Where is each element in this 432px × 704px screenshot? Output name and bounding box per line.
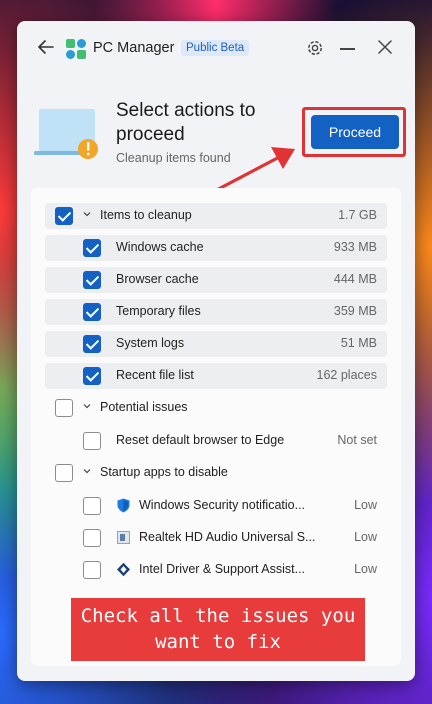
section-label: Potential issues	[100, 400, 188, 414]
list-item[interactable]: Windows cache 933 MB	[45, 235, 387, 261]
public-beta-badge: Public Beta	[181, 40, 250, 56]
item-checkbox[interactable]	[83, 271, 101, 289]
back-arrow-icon[interactable]	[35, 37, 57, 59]
list-item[interactable]: Realtek HD Audio Universal S... Low	[45, 525, 387, 551]
section-checkbox[interactable]	[55, 399, 73, 417]
list-item[interactable]: Browser cache 444 MB	[45, 267, 387, 293]
section-checkbox[interactable]	[55, 464, 73, 482]
item-value: Low	[354, 530, 377, 544]
minimize-icon[interactable]	[340, 48, 355, 50]
section-label: Items to cleanup	[100, 208, 192, 222]
item-value: 162 places	[316, 368, 377, 382]
item-checkbox[interactable]	[83, 239, 101, 257]
list-item[interactable]: Windows Security notificatio... Low	[45, 493, 387, 519]
item-checkbox[interactable]	[83, 497, 101, 515]
item-value: Not set	[337, 433, 377, 447]
callout-line-2: want to fix	[155, 631, 281, 653]
item-label: Windows Security notificatio...	[139, 498, 306, 512]
section-label: Startup apps to disable	[100, 465, 228, 479]
section-value: 1.7 GB	[338, 208, 377, 222]
item-checkbox[interactable]	[83, 561, 101, 579]
list-item[interactable]: System logs 51 MB	[45, 331, 387, 357]
windows-security-shield-icon	[117, 498, 130, 513]
app-title: PC Manager	[93, 40, 175, 56]
item-checkbox[interactable]	[83, 367, 101, 385]
item-value: 359 MB	[333, 304, 377, 318]
chevron-down-icon[interactable]	[83, 210, 91, 218]
item-value: Low	[354, 498, 377, 512]
title-bar: PC Manager Public Beta	[17, 21, 415, 77]
list-item[interactable]: Intel Driver & Support Assist... Low	[45, 557, 387, 583]
chevron-down-icon[interactable]	[83, 402, 91, 410]
item-label: System logs	[116, 336, 185, 350]
item-checkbox[interactable]	[83, 303, 101, 321]
item-checkbox[interactable]	[83, 335, 101, 353]
list-item[interactable]: Temporary files 359 MB	[45, 299, 387, 325]
section-startup-apps[interactable]: Startup apps to disable	[45, 460, 387, 486]
realtek-audio-icon	[117, 531, 130, 544]
intel-driver-icon	[117, 562, 130, 577]
item-label: Intel Driver & Support Assist...	[139, 562, 306, 576]
item-checkbox[interactable]	[83, 529, 101, 547]
cleanup-list: Items to cleanup 1.7 GB Windows cache 93…	[31, 188, 401, 666]
item-value: Low	[354, 562, 377, 576]
callout-line-1: Check all the issues you	[80, 605, 356, 627]
list-item[interactable]: Recent file list 162 places	[45, 363, 387, 389]
item-label: Temporary files	[116, 304, 201, 318]
item-label: Windows cache	[116, 240, 204, 254]
item-label: Browser cache	[116, 272, 199, 286]
item-label: Reset default browser to Edge	[116, 433, 285, 447]
chevron-down-icon[interactable]	[83, 467, 91, 475]
gear-icon[interactable]	[305, 38, 325, 58]
item-value: 444 MB	[333, 272, 377, 286]
section-items-to-cleanup[interactable]: Items to cleanup 1.7 GB	[45, 203, 387, 229]
pc-manager-window: PC Manager Public Beta Select actions to…	[17, 21, 415, 681]
item-label: Recent file list	[116, 368, 194, 382]
item-label: Realtek HD Audio Universal S...	[139, 530, 316, 544]
item-value: 51 MB	[340, 336, 377, 350]
close-icon[interactable]	[375, 37, 395, 57]
item-value: 933 MB	[333, 240, 377, 254]
list-item[interactable]: Reset default browser to Edge Not set	[45, 428, 387, 454]
section-potential-issues[interactable]: Potential issues	[45, 395, 387, 421]
annotation-callout: Check all the issues you want to fix	[71, 598, 365, 661]
laptop-warning-icon	[34, 107, 100, 161]
item-checkbox[interactable]	[83, 432, 101, 450]
section-checkbox[interactable]	[55, 207, 73, 225]
proceed-button[interactable]: Proceed	[311, 115, 399, 149]
pc-manager-logo	[65, 38, 87, 60]
